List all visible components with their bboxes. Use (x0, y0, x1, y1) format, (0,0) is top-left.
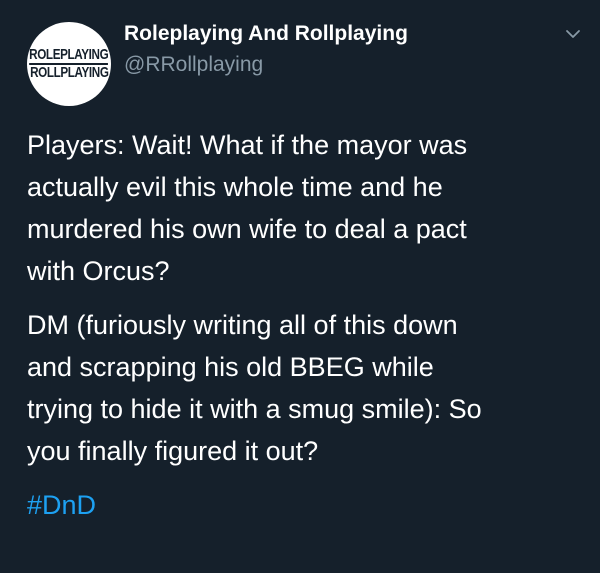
avatar[interactable]: ROLEPLAYING ROLLPLAYING (27, 22, 111, 106)
tweet-text: Players: Wait! What if the mayor was act… (27, 124, 587, 526)
hashtag-link[interactable]: #DnD (27, 484, 587, 526)
chevron-down-icon[interactable] (564, 25, 582, 43)
tweet-paragraph-1: Players: Wait! What if the mayor was act… (27, 130, 468, 286)
avatar-logo-text-bottom: ROLLPLAYING (29, 64, 109, 81)
tweet-paragraph-2: DM (furiously writing all of this down a… (27, 310, 482, 466)
avatar-logo-text-top: ROLEPLAYING (29, 46, 109, 65)
display-name[interactable]: Roleplaying And Rollplaying (124, 20, 408, 48)
user-handle[interactable]: @RRollplaying (124, 51, 263, 79)
tweet-card: ROLEPLAYING ROLLPLAYING Roleplaying And … (0, 0, 600, 573)
